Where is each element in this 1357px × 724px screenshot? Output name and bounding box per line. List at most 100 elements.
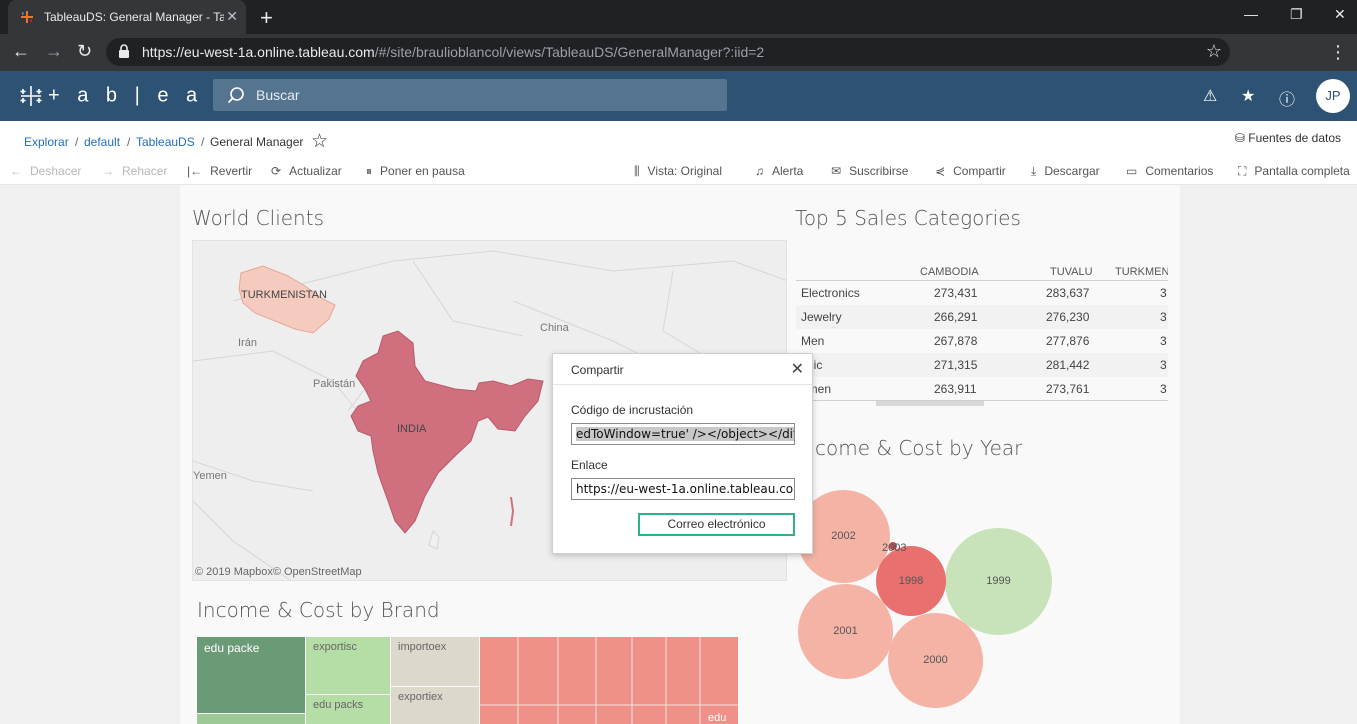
bubble-1999[interactable]: 1999: [945, 528, 1052, 635]
treemap-cell[interactable]: importoex: [391, 637, 479, 686]
embed-code-label: Código de incrustación: [571, 403, 694, 417]
table-row[interactable]: Jewelry 266,291 276,230 3: [796, 305, 1168, 329]
share-button[interactable]: ⋞ Compartir: [935, 164, 1006, 178]
data-sources-link[interactable]: ⛁ Fuentes de datos: [1235, 131, 1341, 145]
breadcrumb-current: General Manager: [210, 135, 304, 149]
bubble-2000[interactable]: 2000: [888, 613, 983, 708]
comments-button[interactable]: ▭ Comentarios: [1126, 164, 1213, 178]
column-header: CAMBODIA: [920, 266, 979, 278]
search-input[interactable]: Buscar: [213, 79, 727, 111]
brand-treemap[interactable]: edu packe exportisc edu packs importoex …: [197, 637, 738, 724]
avatar[interactable]: JP: [1316, 79, 1350, 113]
view-icon: ⫼: [634, 164, 640, 178]
share-icon: ⋞: [935, 164, 946, 178]
bubble-1998[interactable]: 1998: [876, 546, 946, 616]
tableau-logo[interactable]: + a b | e a u: [18, 83, 232, 109]
treemap-red-block[interactable]: edu: [480, 637, 738, 724]
favorite-star-icon[interactable]: ☆: [311, 130, 328, 153]
cell-value: 3: [1160, 310, 1167, 324]
cell-value: 266,291: [934, 310, 978, 324]
map-copyright: © 2019 Mapbox© OpenStreetMap: [195, 566, 362, 578]
view-button[interactable]: ⫼ Vista: Original: [634, 164, 722, 179]
breadcrumb: Explorar / default / TableauDS / General…: [0, 121, 1357, 159]
redo-icon: →: [102, 164, 114, 178]
embed-code-field[interactable]: edToWindow=true' /></object></div>: [571, 423, 795, 445]
favorites-star-icon[interactable]: ★: [1241, 86, 1255, 106]
refresh-icon: ⟳: [271, 164, 282, 178]
browser-tabbar: TableauDS: General Manager - Ta ✕ + — ❐ …: [0, 0, 1357, 34]
info-icon[interactable]: ⓘ: [1279, 86, 1295, 110]
share-dialog: Compartir ✕ Código de incrustación edToW…: [552, 353, 813, 554]
database-icon: ⛁: [1234, 131, 1249, 145]
andaman-islands: [510, 496, 515, 527]
subscribe-button[interactable]: ✉ Suscribirse: [831, 164, 908, 178]
reload-icon[interactable]: ↻: [77, 41, 92, 62]
link-field[interactable]: https://eu-west-1a.online.tableau.com/: [571, 478, 795, 500]
cell-value: 3: [1160, 334, 1167, 348]
india-region: [350, 330, 544, 534]
redo-button[interactable]: → Rehacer: [102, 164, 167, 178]
breadcrumb-separator: /: [127, 135, 131, 149]
download-button[interactable]: ⤓ Descargar: [1031, 164, 1100, 179]
refresh-button[interactable]: ⟳ Actualizar: [271, 164, 342, 178]
close-tab-icon[interactable]: ✕: [226, 8, 238, 25]
browser-tab[interactable]: TableauDS: General Manager - Ta ✕: [8, 0, 246, 34]
breadcrumb-separator: /: [75, 135, 79, 149]
cell-value: 276,230: [1046, 310, 1090, 324]
undo-icon: ←: [10, 164, 22, 178]
forward-icon[interactable]: →: [45, 41, 63, 62]
browser-menu-icon[interactable]: ⋮: [1329, 42, 1347, 63]
dialog-divider: [553, 384, 812, 385]
alert-icon[interactable]: ⚠: [1203, 86, 1217, 106]
table-row[interactable]: omen 263,911 273,761 3: [796, 377, 1168, 401]
horizontal-scrollbar[interactable]: [876, 401, 984, 406]
revert-button[interactable]: |← Revertir: [187, 164, 252, 178]
column-header: TUVALU: [1050, 266, 1093, 278]
cell-value: 3: [1160, 382, 1167, 396]
tableau-header: + a b | e a u Buscar ⚠ ★ ⓘ JP: [0, 71, 1357, 121]
close-icon[interactable]: ✕: [791, 359, 804, 379]
view-toolbar: ← Deshacer → Rehacer |← Revertir ⟳ Actualiza…: [0, 159, 1357, 185]
map-label-india: INDIA: [397, 423, 427, 435]
map-label-china: China: [540, 322, 569, 334]
treemap-cell[interactable]: [197, 714, 305, 724]
address-bar: ← → ↻ https://eu-west-1a.online.tableau.…: [0, 34, 1357, 71]
bubble-2003-label: 2003: [882, 542, 907, 554]
treemap-cell[interactable]: exportisc: [306, 637, 390, 694]
restore-icon[interactable]: ❐: [1290, 6, 1303, 23]
revert-icon: |←: [187, 164, 203, 178]
alert-button[interactable]: ♫ Alerta: [755, 164, 803, 178]
new-tab-icon[interactable]: +: [260, 5, 273, 31]
treemap-cell[interactable]: exportiex: [391, 687, 479, 724]
fullscreen-button[interactable]: ⛶ Pantalla completa: [1238, 164, 1350, 179]
email-button[interactable]: Correo electrónico: [638, 513, 795, 536]
breadcrumb-separator: /: [201, 135, 205, 149]
cell-value: 277,876: [1046, 334, 1090, 348]
back-icon[interactable]: ←: [12, 41, 30, 62]
bookmark-star-icon[interactable]: ☆: [1206, 41, 1222, 62]
table-row[interactable]: Men 267,878 277,876 3: [796, 329, 1168, 353]
breadcrumb-default[interactable]: default: [84, 135, 120, 149]
map-label-pakistan: Pakistán: [313, 378, 356, 390]
dialog-title: Compartir: [571, 363, 624, 377]
bubble-2001[interactable]: 2001: [798, 584, 893, 679]
pause-button[interactable]: ⏸ Poner en pausa: [366, 164, 465, 179]
minimize-icon[interactable]: —: [1244, 6, 1258, 22]
treemap-cell[interactable]: edu packe: [197, 637, 305, 713]
undo-button[interactable]: ← Deshacer: [10, 164, 81, 178]
cell-value: 263,911: [934, 382, 977, 396]
breadcrumb-project[interactable]: TableauDS: [136, 135, 195, 149]
bubble-title: come & Cost by Year: [815, 436, 1023, 460]
search-icon: [227, 87, 244, 104]
breadcrumb-explorar[interactable]: Explorar: [24, 135, 69, 149]
row-label: Electronics: [801, 286, 860, 300]
url-input[interactable]: https://eu-west-1a.online.tableau.com/#/…: [106, 38, 1230, 66]
cell-value: 271,315: [934, 358, 978, 372]
window-close-icon[interactable]: ✕: [1334, 6, 1346, 23]
tab-title: TableauDS: General Manager - Ta: [44, 10, 224, 24]
treemap-title: Income & Cost by Brand: [197, 598, 440, 622]
table-row[interactable]: Electronics 273,431 283,637 3: [796, 281, 1168, 305]
table-row[interactable]: usic 271,315 281,442 3: [796, 353, 1168, 377]
cell-value: 3: [1160, 286, 1167, 300]
treemap-cell[interactable]: edu packs: [306, 695, 390, 724]
